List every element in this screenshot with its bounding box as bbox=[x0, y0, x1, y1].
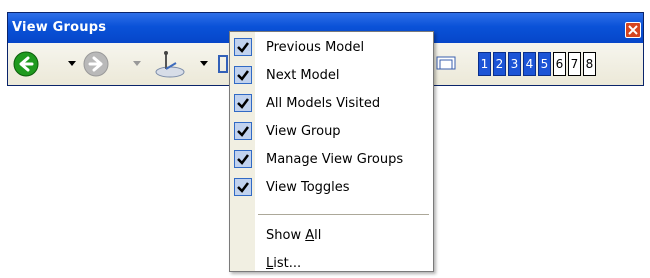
view-toggle-5[interactable]: 5 bbox=[538, 52, 551, 76]
view-group-icon bbox=[155, 51, 185, 78]
forward-dropdown-arrow[interactable] bbox=[133, 61, 141, 66]
check-icon bbox=[234, 66, 252, 84]
menu-item-view-toggles[interactable]: View Toggles bbox=[230, 174, 433, 202]
menu-item-label: List... bbox=[266, 256, 302, 271]
menu-item-label: Manage View Groups bbox=[266, 152, 404, 167]
view-toggle-3[interactable]: 3 bbox=[508, 52, 521, 76]
menu-item-list[interactable]: List... bbox=[230, 250, 433, 278]
menu-item-view-group[interactable]: View Group bbox=[230, 118, 433, 146]
menu-item-label: Show All bbox=[266, 228, 322, 243]
check-icon bbox=[234, 178, 252, 196]
view-toggle-7[interactable]: 7 bbox=[568, 52, 581, 76]
menu-separator bbox=[258, 214, 429, 215]
menu-item-all-models-visited[interactable]: All Models Visited bbox=[230, 90, 433, 118]
view-toggle-2[interactable]: 2 bbox=[493, 52, 506, 76]
back-dropdown-arrow[interactable] bbox=[68, 61, 76, 66]
check-icon bbox=[234, 150, 252, 168]
window-title: View Groups bbox=[12, 20, 107, 35]
menu-item-label: View Group bbox=[266, 124, 341, 139]
check-icon bbox=[234, 122, 252, 140]
toolbar-context-menu: Previous Model Next Model All Models Vis… bbox=[229, 31, 434, 272]
menu-item-next-model[interactable]: Next Model bbox=[230, 62, 433, 90]
view-toggles-button[interactable] bbox=[436, 53, 458, 79]
check-icon bbox=[234, 94, 252, 112]
view-toggle-4[interactable]: 4 bbox=[523, 52, 536, 76]
close-icon bbox=[628, 25, 638, 35]
menu-item-label: Previous Model bbox=[266, 40, 365, 55]
menu-item-previous-model[interactable]: Previous Model bbox=[230, 34, 433, 62]
menu-item-label: View Toggles bbox=[266, 180, 350, 195]
menu-item-label: Next Model bbox=[266, 68, 340, 83]
menu-item-show-all[interactable]: Show All bbox=[230, 222, 433, 250]
next-model-button[interactable] bbox=[83, 51, 109, 81]
back-arrow-icon bbox=[13, 51, 39, 77]
forward-arrow-icon bbox=[83, 51, 109, 77]
close-button[interactable] bbox=[625, 22, 641, 38]
manage-view-groups-button[interactable] bbox=[218, 55, 228, 73]
menu-item-manage-view-groups[interactable]: Manage View Groups bbox=[230, 146, 433, 174]
view-toggle-icon bbox=[436, 56, 456, 70]
view-group-dropdown-arrow[interactable] bbox=[200, 61, 208, 66]
menu-item-label: All Models Visited bbox=[266, 96, 381, 111]
view-toggle-6[interactable]: 6 bbox=[553, 52, 566, 76]
previous-model-button[interactable] bbox=[13, 51, 39, 81]
check-icon bbox=[234, 38, 252, 56]
view-toggle-8[interactable]: 8 bbox=[583, 52, 596, 76]
view-group-button[interactable] bbox=[154, 49, 186, 83]
view-toggle-1[interactable]: 1 bbox=[478, 52, 491, 76]
